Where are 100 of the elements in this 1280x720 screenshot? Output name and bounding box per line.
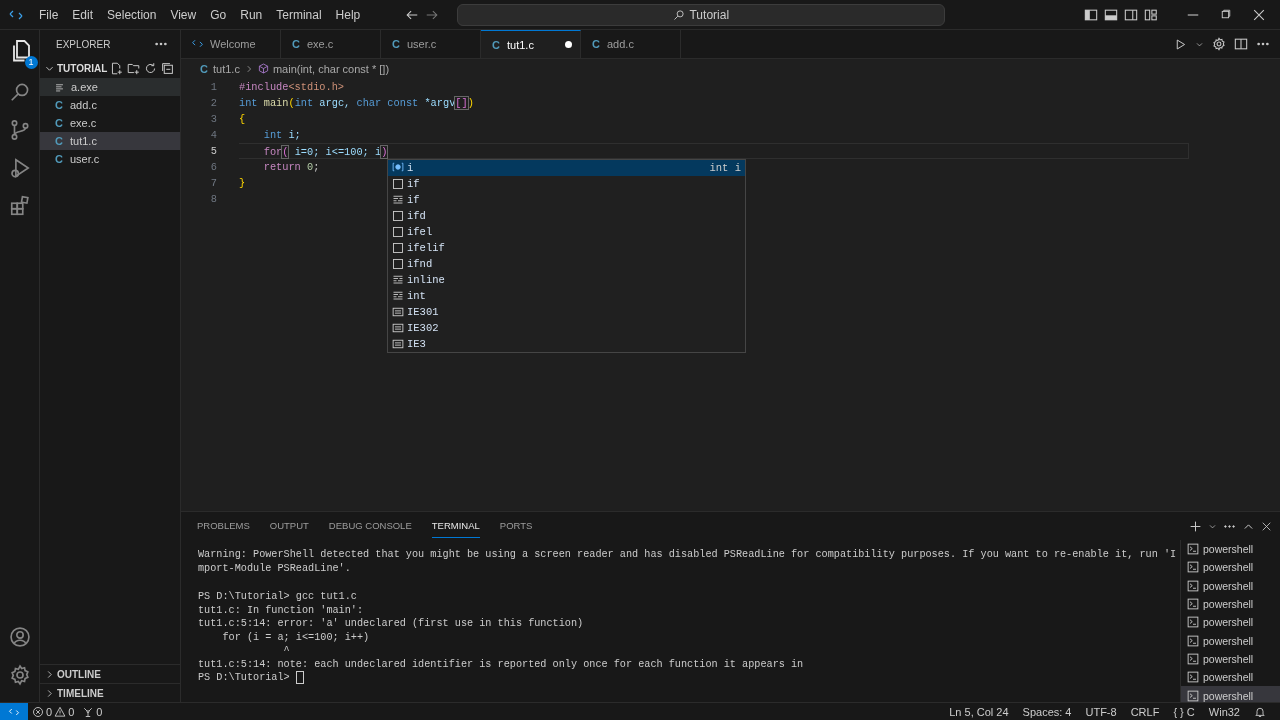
suggestion-item[interactable]: IE301 (388, 304, 745, 320)
terminal-icon (1187, 598, 1199, 611)
breadcrumb-item[interactable]: main(int, char const * []) (272, 63, 390, 75)
terminal-instance[interactable]: powershell (1181, 649, 1280, 669)
status-item[interactable]: UTF-8 (1085, 705, 1117, 718)
suggestion-item[interactable]: inline (388, 272, 745, 288)
menu-item[interactable]: Go (203, 4, 234, 25)
command-center[interactable]: Tutorial (457, 3, 946, 26)
bell-icon[interactable] (1254, 705, 1266, 718)
menu-item[interactable]: Terminal (269, 4, 329, 25)
status-item[interactable]: CRLF (1130, 705, 1160, 718)
terminal-instance[interactable]: powershell (1181, 613, 1280, 632)
code-line: } (239, 176, 246, 191)
editor-tab[interactable]: Welcome (181, 30, 281, 58)
suggestion-item[interactable]: int (388, 288, 745, 304)
code-line: #include<stdio.h> (239, 80, 345, 95)
close-icon[interactable] (1252, 7, 1266, 22)
snippet-icon (392, 290, 404, 302)
suggestion-item[interactable]: ifd (388, 208, 745, 224)
explorer-file[interactable]: C add.c (40, 96, 180, 114)
code-line: { (239, 112, 246, 127)
terminal-line: for (i = a; i<=100; i++) (221, 631, 370, 643)
terminal-instance[interactable]: powershell (1181, 576, 1280, 595)
status-item[interactable]: Ln 5, Col 24 (949, 705, 1009, 718)
split-editor-icon[interactable] (1234, 37, 1248, 51)
breadcrumb-item[interactable]: tut1.c (213, 63, 240, 75)
section-header[interactable]: TIMELINE (57, 687, 104, 699)
new-terminal-icon[interactable] (1189, 519, 1202, 533)
suggestion-item[interactable]: ifnd (388, 256, 745, 272)
search-icon[interactable] (8, 81, 31, 103)
terminal-instance[interactable]: powershell (1181, 540, 1280, 559)
explorer-file[interactable]: a.exe (40, 78, 180, 96)
code-line: for( i=0; i<=100; i) (239, 143, 1189, 159)
sidebar-toggle-icon[interactable] (1084, 7, 1098, 22)
panel-toggle-icon[interactable] (1104, 7, 1118, 22)
refresh-icon[interactable] (144, 61, 157, 75)
account-icon[interactable] (8, 626, 31, 648)
extensions-icon[interactable] (8, 195, 31, 217)
suggestion-item[interactable]: IE3 (388, 336, 745, 352)
suggestion-item[interactable]: if (388, 176, 745, 192)
problems-status[interactable]: 0 0 (28, 705, 79, 718)
menu-item[interactable]: File (32, 4, 66, 25)
constant-icon (392, 306, 404, 318)
menu-item[interactable]: View (163, 4, 204, 25)
explorer-file[interactable]: C user.c (40, 150, 180, 168)
menu-item[interactable]: Run (233, 4, 270, 25)
terminal-line: ^ (282, 645, 290, 656)
c-file-icon: C (54, 153, 64, 165)
terminal-instance[interactable]: powershell (1181, 668, 1280, 687)
menu-item[interactable]: Edit (65, 4, 101, 25)
editor-tab[interactable]: C exe.c (281, 30, 381, 58)
c-file-icon: C (491, 38, 501, 51)
suggestion-item[interactable]: ifel (388, 224, 745, 240)
explorer-file[interactable]: C exe.c (40, 114, 180, 132)
terminal-icon (1187, 579, 1199, 592)
panel-tab[interactable]: DEBUG CONSOLE (328, 514, 412, 538)
menu-item[interactable]: Help (328, 4, 368, 25)
line-number: 3 (209, 112, 218, 127)
section-header[interactable]: OUTLINE (57, 668, 101, 680)
line-number: 5 (209, 144, 218, 159)
terminal-instance[interactable]: powershell (1181, 631, 1280, 650)
run-debug-icon[interactable] (8, 157, 31, 179)
run-icon[interactable] (1174, 37, 1187, 51)
layout-icon[interactable] (1144, 7, 1158, 22)
ports-status[interactable]: 0 (78, 705, 107, 718)
antenna-icon (82, 705, 95, 718)
terminal-icon (1187, 543, 1199, 556)
terminal-line: tut1.c: In function 'main': (198, 604, 364, 616)
suggestion-item[interactable]: ifelif (388, 240, 745, 256)
terminal-icon (1187, 561, 1199, 574)
panel-tab[interactable]: OUTPUT (269, 514, 309, 538)
menu-item[interactable]: Selection (100, 4, 164, 25)
terminal-instance[interactable]: powershell (1181, 558, 1280, 577)
settings-icon[interactable] (1212, 37, 1226, 51)
unsaved-dot[interactable] (565, 41, 572, 48)
new-folder-icon[interactable] (127, 61, 140, 75)
suggestion-item[interactable]: if (388, 192, 745, 208)
status-item[interactable]: Spaces: 4 (1022, 705, 1072, 718)
editor-tab[interactable]: C add.c (581, 30, 681, 58)
folder-header[interactable]: TUTORIAL (57, 62, 108, 74)
terminal-instance[interactable]: powershell (1181, 686, 1280, 702)
keyword-icon (392, 210, 404, 222)
collapse-all-icon[interactable] (161, 61, 174, 75)
status-item[interactable]: Win32 (1208, 705, 1240, 718)
terminal-instance[interactable]: powershell (1181, 594, 1280, 614)
explorer-file[interactable]: C tut1.c (40, 132, 180, 150)
suggestion-item[interactable]: i int i (388, 160, 745, 176)
secondary-sidebar-icon[interactable] (1124, 7, 1138, 22)
editor-tab[interactable]: C tut1.c (481, 30, 581, 58)
close-panel-icon[interactable] (1261, 520, 1272, 532)
panel-tab[interactable]: PORTS (499, 514, 533, 538)
new-file-icon[interactable] (110, 61, 123, 75)
restore-icon[interactable] (1220, 7, 1232, 20)
terminal-line: PS D:\Tutorial> gcc tut1.c (198, 591, 357, 602)
panel-tab[interactable]: TERMINAL (431, 514, 480, 538)
panel-tab[interactable]: PROBLEMS (197, 514, 250, 538)
suggestion-item[interactable]: IE302 (388, 320, 745, 336)
settings-icon[interactable] (8, 664, 31, 686)
terminal-icon (1187, 671, 1199, 684)
language-status[interactable]: { } C (1173, 705, 1195, 718)
